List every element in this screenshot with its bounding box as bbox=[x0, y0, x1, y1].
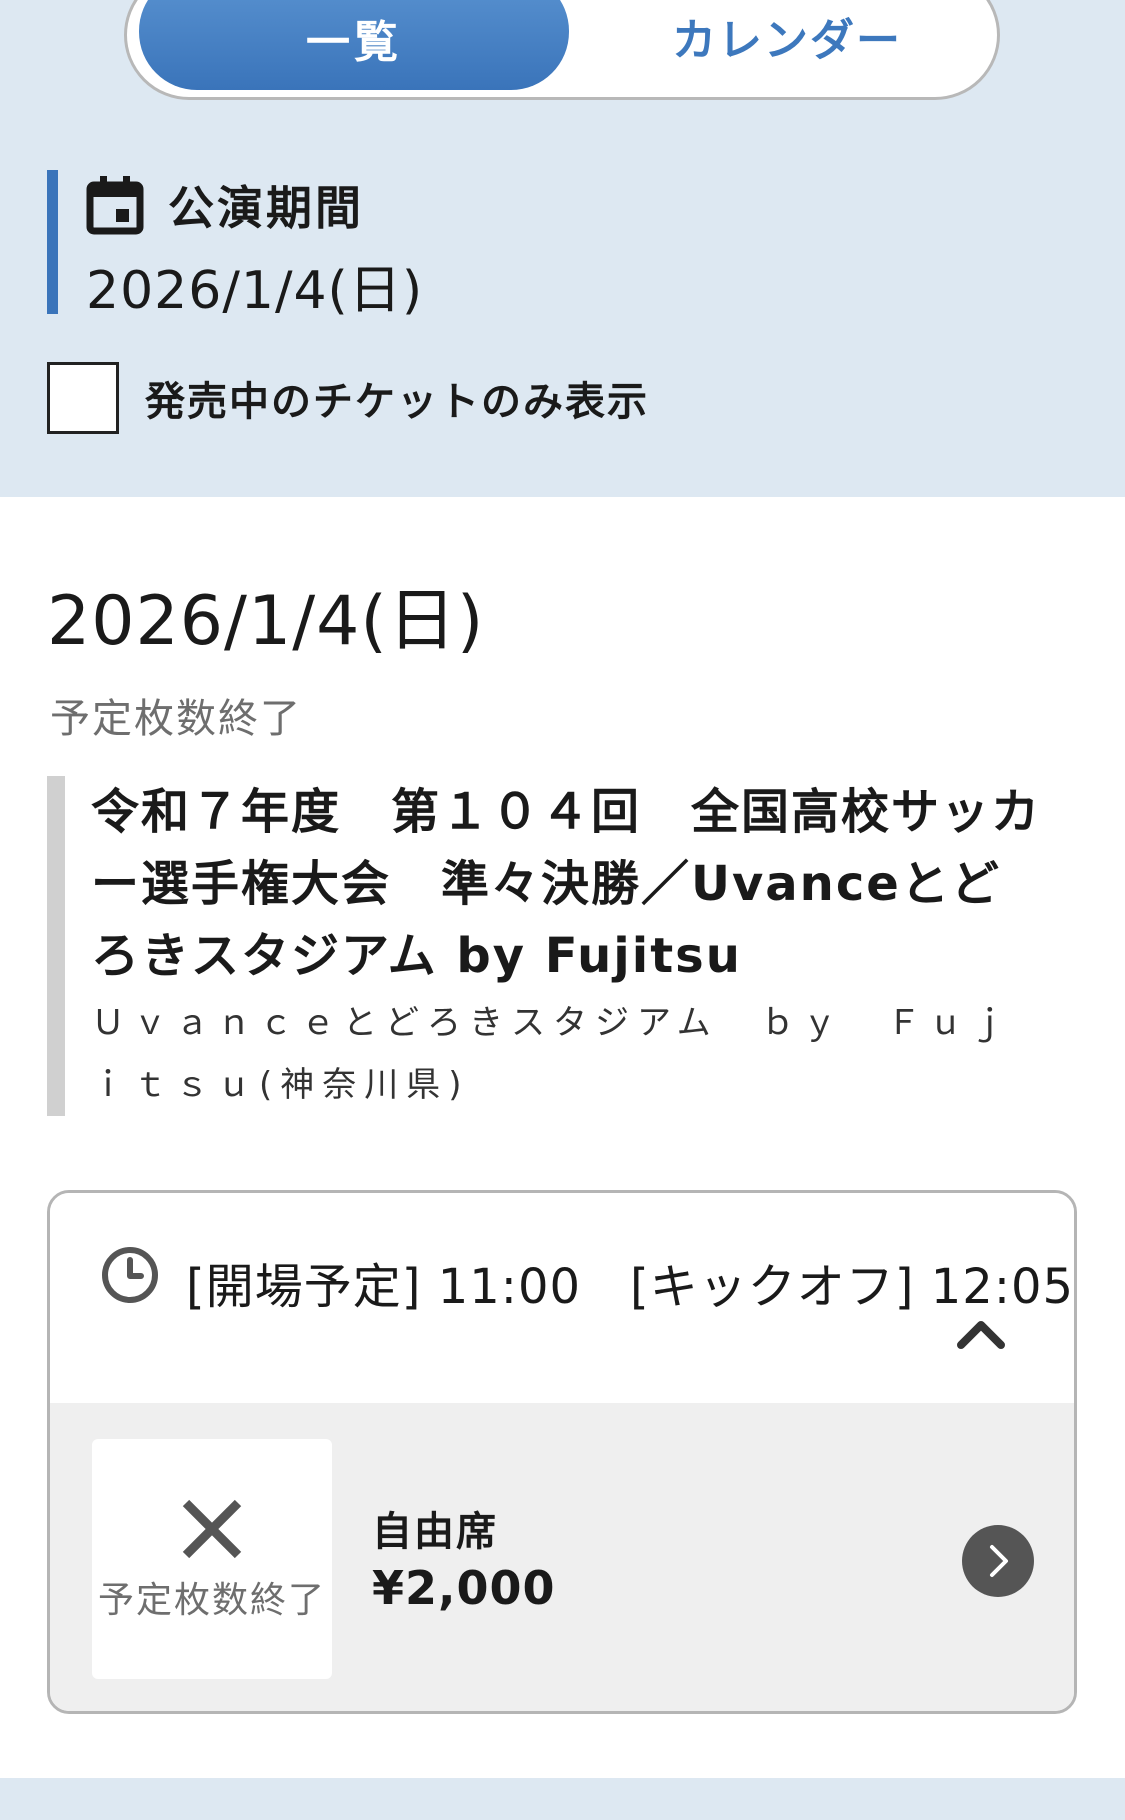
chevron-right-icon bbox=[990, 1545, 1008, 1577]
ticket-row[interactable]: 予定枚数終了 自由席 ¥2,000 bbox=[50, 1403, 1074, 1711]
footer-strip bbox=[0, 1778, 1125, 1820]
seat-name: 自由席 bbox=[372, 1509, 498, 1555]
on-sale-filter-label[interactable]: 発売中のチケットのみ表示 bbox=[145, 369, 649, 427]
period-title-row: 公演期間 bbox=[86, 174, 364, 236]
event-venue: Ｕｖａｎｃｅとどろきスタジアム ｂｙ Ｆｕｊｉｔｓｕ(神奈川県) bbox=[91, 1003, 1013, 1105]
status-note: 予定枚数終了 bbox=[50, 696, 302, 742]
schedule-time: [開場予定] 11:00 [キックオフ] 12:05 bbox=[186, 1259, 1075, 1315]
clock-icon bbox=[102, 1247, 158, 1303]
x-icon bbox=[182, 1499, 242, 1559]
seat-price: ¥2,000 bbox=[372, 1561, 556, 1615]
sold-out-badge: 予定枚数終了 bbox=[92, 1439, 332, 1679]
date-heading: 2026/1/4(日) bbox=[47, 582, 485, 661]
period-date: 2026/1/4(日) bbox=[86, 261, 424, 321]
on-sale-filter[interactable]: 発売中のチケットのみ表示 bbox=[47, 362, 649, 434]
event-info: 令和７年度 第１０４回 全国高校サッカー選手権大会 準々決勝／Uvanceとどろ… bbox=[47, 776, 1039, 1116]
on-sale-checkbox[interactable] bbox=[47, 362, 119, 434]
schedule-card: [開場予定] 11:00 [キックオフ] 12:05 予定枚数終了 自由席 ¥2… bbox=[47, 1190, 1077, 1714]
sold-out-label: 予定枚数終了 bbox=[97, 1580, 326, 1621]
chevron-up-icon[interactable] bbox=[955, 1313, 1007, 1353]
filter-panel: 一覧 カレンダー 公演期間 2026/1/4(日) 発売中のチケットのみ表示 bbox=[0, 0, 1125, 497]
view-toggle: 一覧 カレンダー bbox=[124, 0, 1000, 100]
ticket-detail-button[interactable] bbox=[962, 1525, 1034, 1597]
calendar-icon bbox=[86, 176, 144, 235]
event-title: 令和７年度 第１０４回 全国高校サッカー選手権大会 準々決勝／Uvanceとどろ… bbox=[91, 784, 1042, 984]
performance-period: 公演期間 2026/1/4(日) bbox=[47, 170, 947, 321]
tab-list[interactable]: 一覧 bbox=[139, 0, 569, 90]
tab-calendar[interactable]: カレンダー bbox=[587, 0, 987, 90]
period-title: 公演期間 bbox=[168, 181, 364, 235]
schedule-header[interactable]: [開場予定] 11:00 [キックオフ] 12:05 bbox=[50, 1193, 1074, 1403]
